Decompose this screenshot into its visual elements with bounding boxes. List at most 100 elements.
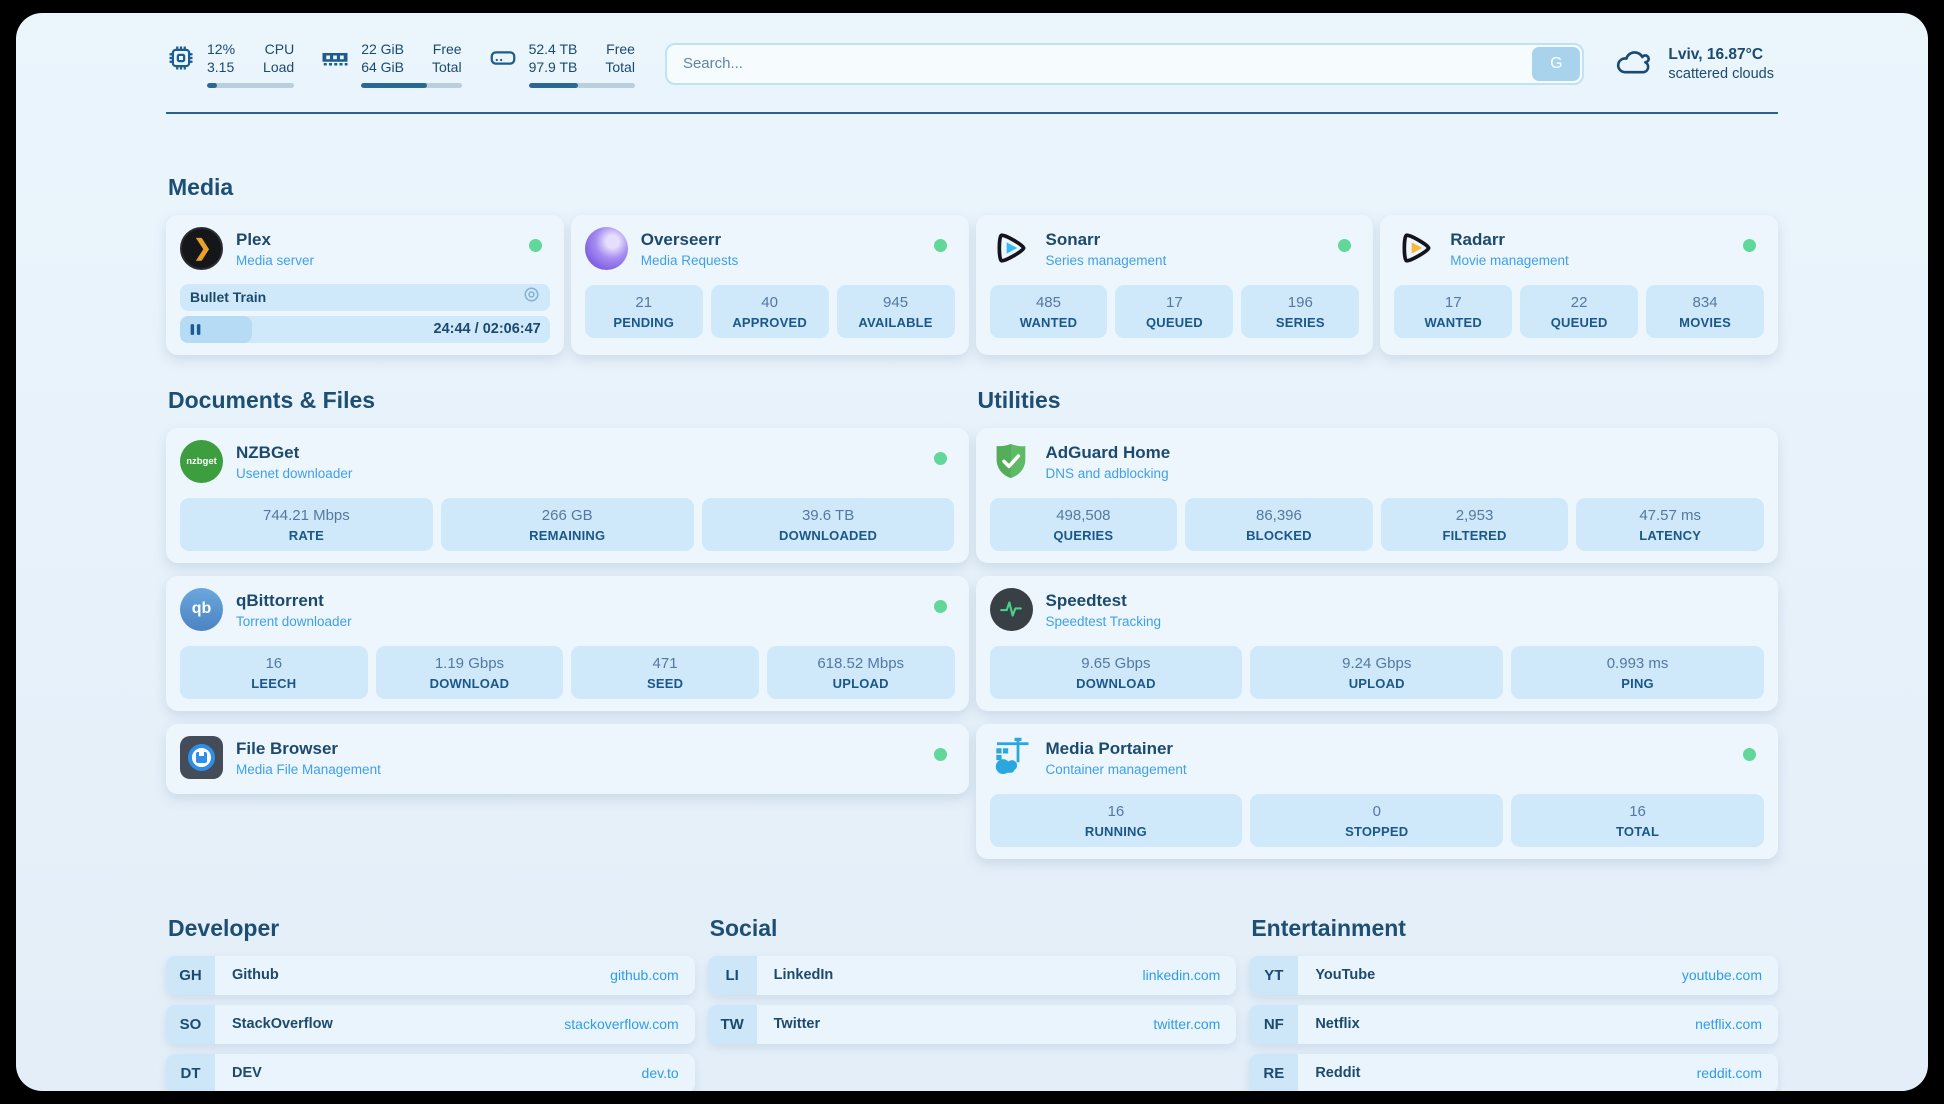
link-url: youtube.com — [1682, 967, 1762, 983]
adguard-card[interactable]: AdGuard Home DNS and adblocking 498,508 … — [976, 428, 1779, 563]
app-subtitle: Media server — [236, 253, 314, 268]
playback-progress-bar[interactable]: 24:44 / 02:06:47 — [180, 316, 550, 343]
playback-time: 24:44 / 02:06:47 — [434, 321, 541, 337]
stat-tile: 22 QUEUED — [1520, 285, 1638, 338]
portainer-icon — [990, 736, 1033, 779]
pause-icon[interactable] — [189, 323, 202, 336]
disk-icon — [488, 43, 518, 78]
app-subtitle: Usenet downloader — [236, 466, 352, 481]
sonarr-card[interactable]: Sonarr Series management 485 WANTED 17 Q… — [976, 215, 1374, 355]
link-url: netflix.com — [1695, 1016, 1762, 1032]
plex-card[interactable]: ❯ Plex Media server Bullet Train — [166, 215, 564, 355]
stat-tile: 39.6 TB DOWNLOADED — [702, 498, 955, 551]
speedtest-icon — [990, 588, 1033, 631]
stat-tile: 16 LEECH — [180, 646, 368, 699]
memory-progress-bar — [361, 83, 461, 88]
search-bar: G — [665, 43, 1584, 85]
link-github[interactable]: GH Github github.com — [166, 956, 695, 995]
app-title: NZBGet — [236, 443, 352, 463]
weather-widget[interactable]: Lviv, 16.87°C scattered clouds — [1614, 44, 1778, 83]
link-abbr: TW — [708, 1005, 757, 1044]
link-abbr: DT — [166, 1054, 215, 1091]
stat-tile: 618.52 Mbps UPLOAD — [767, 646, 955, 699]
cpu-load-label: Load — [263, 58, 294, 76]
status-dot — [934, 239, 947, 252]
link-name: Netflix — [1315, 1016, 1359, 1032]
entertainment-section: Entertainment YT YouTube youtube.com NF … — [1249, 915, 1778, 1091]
overseerr-card[interactable]: Overseerr Media Requests 21 PENDING 40 A… — [571, 215, 969, 355]
app-title: Speedtest — [1046, 591, 1162, 611]
stat-tile: 9.65 Gbps DOWNLOAD — [990, 646, 1243, 699]
stat-tile: 17 QUEUED — [1115, 285, 1233, 338]
social-section-title: Social — [710, 915, 1237, 942]
stat-tile: 266 GB REMAINING — [441, 498, 694, 551]
entertainment-section-title: Entertainment — [1251, 915, 1778, 942]
documents-section: Documents & Files nzbget NZBGet Usenet d… — [166, 387, 969, 794]
link-stackoverflow[interactable]: SO StackOverflow stackoverflow.com — [166, 1005, 695, 1044]
status-dot — [934, 600, 947, 613]
app-subtitle: Container management — [1046, 762, 1187, 777]
app-title: AdGuard Home — [1046, 443, 1171, 463]
stat-tile: 834 MOVIES — [1646, 285, 1764, 338]
link-name: Twitter — [774, 1016, 820, 1032]
disk-total-value: 97.9 TB — [529, 58, 578, 76]
radarr-card[interactable]: Radarr Movie management 17 WANTED 22 QUE… — [1380, 215, 1778, 355]
app-title: Radarr — [1450, 230, 1569, 250]
stat-tile: 40 APPROVED — [711, 285, 829, 338]
qbittorrent-card[interactable]: qb qBittorrent Torrent downloader 16 LEE… — [166, 576, 969, 711]
app-subtitle: DNS and adblocking — [1046, 466, 1171, 481]
app-title: File Browser — [236, 739, 381, 759]
plex-icon: ❯ — [180, 227, 223, 270]
header-divider — [166, 112, 1778, 114]
stat-tile: 498,508 QUERIES — [990, 498, 1178, 551]
utilities-section-title: Utilities — [978, 387, 1779, 414]
link-netflix[interactable]: NF Netflix netflix.com — [1249, 1005, 1778, 1044]
stat-tile: 744.21 Mbps RATE — [180, 498, 433, 551]
cpu-progress-bar — [207, 83, 294, 88]
status-dot — [529, 239, 542, 252]
disk-total-label: Total — [605, 58, 635, 76]
link-name: StackOverflow — [232, 1016, 333, 1032]
disk-progress-bar — [529, 83, 635, 88]
status-dot — [1743, 748, 1756, 761]
link-dev[interactable]: DT DEV dev.to — [166, 1054, 695, 1091]
portainer-card[interactable]: Media Portainer Container management 16 … — [976, 724, 1779, 859]
stat-tile: 47.57 ms LATENCY — [1576, 498, 1764, 551]
search-input[interactable] — [665, 43, 1584, 85]
search-engine-button[interactable]: G — [1532, 47, 1580, 81]
utilities-section: Utilities AdGuard Home — [976, 387, 1779, 859]
link-youtube[interactable]: YT YouTube youtube.com — [1249, 956, 1778, 995]
speedtest-card[interactable]: Speedtest Speedtest Tracking 9.65 Gbps D… — [976, 576, 1779, 711]
nzbget-icon: nzbget — [180, 440, 223, 483]
memory-total-label: Total — [432, 58, 462, 76]
link-reddit[interactable]: RE Reddit reddit.com — [1249, 1054, 1778, 1091]
cpu-load-value: 3.15 — [207, 58, 235, 76]
nzbget-card[interactable]: nzbget NZBGet Usenet downloader 744.21 M… — [166, 428, 969, 563]
sonarr-icon — [990, 227, 1033, 270]
app-title: Overseerr — [641, 230, 739, 250]
stat-tile: 945 AVAILABLE — [837, 285, 955, 338]
link-abbr: YT — [1249, 956, 1298, 995]
link-twitter[interactable]: TW Twitter twitter.com — [708, 1005, 1237, 1044]
qbittorrent-icon: qb — [180, 588, 223, 631]
lens-icon[interactable] — [523, 286, 540, 308]
filebrowser-card[interactable]: File Browser Media File Management — [166, 724, 969, 794]
link-linkedin[interactable]: LI LinkedIn linkedin.com — [708, 956, 1237, 995]
weather-location-temp: Lviv, 16.87°C — [1668, 46, 1774, 64]
link-abbr: RE — [1249, 1054, 1298, 1091]
app-title: qBittorrent — [236, 591, 352, 611]
stat-tile: 196 SERIES — [1241, 285, 1359, 338]
overseerr-icon — [585, 227, 628, 270]
stat-tile: 16 TOTAL — [1511, 794, 1764, 847]
filebrowser-icon — [180, 736, 223, 779]
dashboard-window: 12% 3.15 CPU Load — [16, 13, 1928, 1091]
radarr-icon — [1394, 227, 1437, 270]
status-dot — [934, 452, 947, 465]
cpu-icon — [166, 43, 196, 78]
link-abbr: SO — [166, 1005, 215, 1044]
stat-tile: 17 WANTED — [1394, 285, 1512, 338]
weather-condition: scattered clouds — [1668, 66, 1774, 82]
adguard-icon — [990, 440, 1033, 483]
link-name: LinkedIn — [774, 967, 834, 983]
stat-tile: 0.993 ms PING — [1511, 646, 1764, 699]
